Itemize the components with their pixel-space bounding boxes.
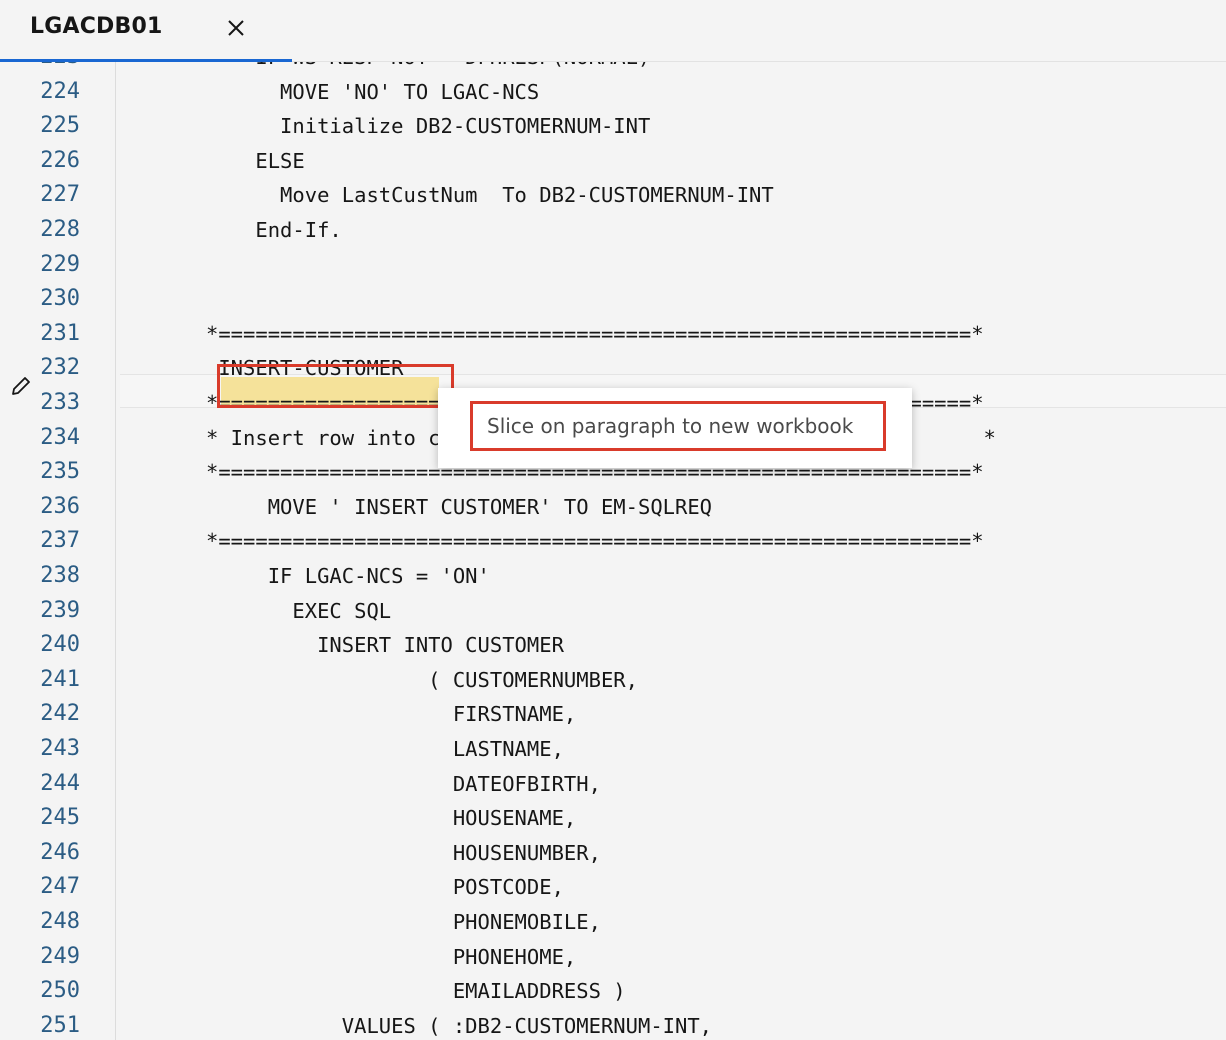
code-line: 249 PHONEHOME, (0, 940, 1226, 975)
line-number: 243 (40, 736, 80, 761)
code-line: 226 ELSE (0, 144, 1226, 179)
line-number: 223 (10, 62, 80, 75)
code-text: POSTCODE, (206, 875, 564, 900)
line-number: 242 (40, 701, 80, 727)
code-line: 236 MOVE ' INSERT CUSTOMER' TO EM-SQLREQ (0, 490, 1226, 525)
tab-lgacdb01[interactable]: LGACDB01 (0, 0, 292, 62)
line-number: 246 (40, 839, 80, 865)
line-number: 235 (40, 459, 80, 485)
code-line: 251 VALUES ( :DB2-CUSTOMERNUM-INT, (0, 1009, 1226, 1040)
line-number: 231 (40, 320, 80, 346)
code-line: 232 INSERT-CUSTOMER (0, 351, 1226, 386)
line-number: 241 (40, 666, 80, 692)
close-icon[interactable] (222, 14, 250, 42)
code-line: 243 LASTNAME, (0, 732, 1226, 767)
tab-title: LGACDB01 (30, 14, 163, 39)
code-text: PHONEMOBILE, (206, 910, 601, 934)
code-text: IF LGAC-NCS = 'ON' (206, 564, 490, 588)
code-editor[interactable]: 223 IF WS-RESP NOT = DFHRESP(NORMAL)224 … (0, 62, 1226, 1040)
line-number: 249 (40, 943, 80, 969)
code-line: 244 DATEOFBIRTH, (0, 767, 1226, 802)
pencil-icon (8, 374, 34, 400)
line-number: 225 (40, 113, 80, 139)
code-line: 229 (0, 248, 1226, 283)
code-line: 231 *====================================… (0, 317, 1226, 352)
line-number: 251 (40, 1012, 80, 1038)
line-number: 247 (40, 874, 80, 900)
code-text: ELSE (206, 148, 305, 173)
code-text: EXEC SQL (206, 598, 392, 623)
line-number: 230 (40, 286, 80, 312)
code-text: End-If. (206, 218, 342, 242)
code-line: 225 Initialize DB2-CUSTOMERNUM-INT (0, 109, 1226, 144)
code-text: *=======================================… (206, 529, 984, 554)
code-text: Initialize DB2-CUSTOMERNUM-INT (206, 114, 651, 139)
code-text: DATEOFBIRTH, (206, 771, 601, 796)
line-number: 229 (40, 251, 80, 277)
slice-on-paragraph-menu-item[interactable]: Slice on paragraph to new workbook (470, 401, 886, 451)
line-number: 228 (40, 217, 80, 242)
code-text: IF WS-RESP NOT = DFHRESP(NORMAL) (206, 62, 650, 75)
line-number: 226 (40, 147, 80, 173)
code-text: Move LastCustNum To DB2-CUSTOMERNUM-INT (206, 183, 774, 208)
line-number: 239 (40, 597, 80, 623)
tab-bar: LGACDB01 (0, 0, 1226, 62)
code-line: 242 FIRSTNAME, (0, 697, 1226, 732)
code-line: 238 IF LGAC-NCS = 'ON' (0, 559, 1226, 594)
line-number: 238 (40, 563, 80, 588)
code-line: 241 ( CUSTOMERNUMBER, (0, 663, 1226, 698)
code-line: 223 IF WS-RESP NOT = DFHRESP(NORMAL) (0, 62, 1226, 75)
line-number: 250 (40, 978, 80, 1004)
code-text: ( CUSTOMERNUMBER, (206, 667, 638, 692)
code-text: LASTNAME, (206, 737, 564, 761)
line-number: 236 (40, 493, 80, 519)
code-line: 246 HOUSENUMBER, (0, 836, 1226, 871)
code-text: MOVE 'NO' TO LGAC-NCS (206, 79, 540, 104)
line-number: 244 (40, 770, 80, 796)
code-text: HOUSENAME, (206, 806, 577, 831)
code-line: 240 INSERT INTO CUSTOMER (0, 628, 1226, 663)
code-line: 239 EXEC SQL (0, 594, 1226, 629)
code-line: 247 POSTCODE, (0, 870, 1226, 905)
line-number: 234 (40, 424, 80, 450)
code-text: *=======================================… (206, 321, 984, 346)
line-number: 240 (40, 632, 80, 658)
code-text: EMAILADDRESS ) (206, 979, 626, 1004)
code-line: 227 Move LastCustNum To DB2-CUSTOMERNUM-… (0, 178, 1226, 213)
code-line: 228 End-If. (0, 213, 1226, 248)
line-number: 248 (40, 909, 80, 934)
code-line: 230 (0, 282, 1226, 317)
context-menu: Slice on paragraph to new workbook (438, 388, 912, 468)
code-line: 245 HOUSENAME, (0, 801, 1226, 836)
paragraph-name-highlight-box (217, 364, 454, 408)
code-text: FIRSTNAME, (206, 702, 577, 727)
code-line: 237 *====================================… (0, 524, 1226, 559)
code-text: INSERT INTO CUSTOMER (206, 633, 564, 658)
line-number: 227 (40, 182, 80, 208)
line-number: 245 (40, 805, 80, 831)
line-number: 237 (40, 528, 80, 554)
code-text: MOVE ' INSERT CUSTOMER' TO EM-SQLREQ (206, 494, 713, 519)
code-text: VALUES ( :DB2-CUSTOMERNUM-INT, (206, 1013, 713, 1038)
line-number: 224 (40, 78, 80, 104)
code-line: 224 MOVE 'NO' TO LGAC-NCS (0, 75, 1226, 110)
code-line: 250 EMAILADDRESS ) (0, 974, 1226, 1009)
code-text: PHONEHOME, (206, 944, 577, 969)
code-line: 248 PHONEMOBILE, (0, 905, 1226, 940)
code-text: HOUSENUMBER, (206, 840, 601, 865)
